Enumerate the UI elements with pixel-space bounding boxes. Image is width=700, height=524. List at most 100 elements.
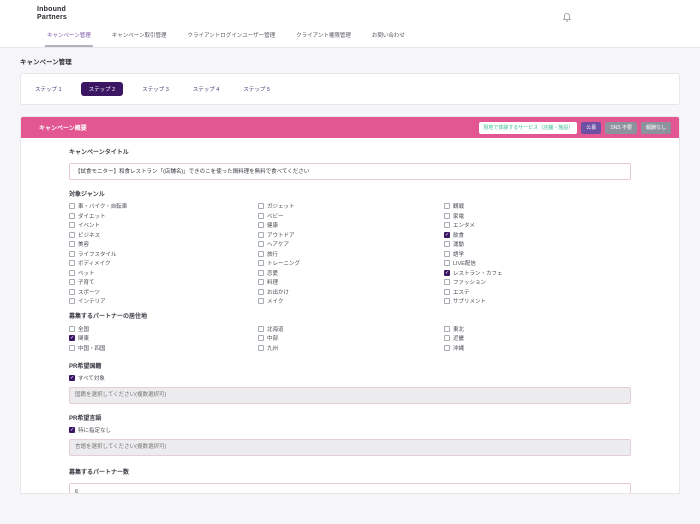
checkbox-item[interactable]: 健康	[258, 221, 444, 231]
checkbox-item[interactable]: 子育て	[69, 278, 258, 288]
checkbox-unchecked[interactable]	[258, 203, 264, 209]
logo[interactable]: Inbound Partners	[37, 6, 67, 21]
checkbox-unchecked[interactable]	[444, 222, 450, 228]
checkbox-checked[interactable]: ✓	[69, 375, 75, 381]
checkbox-item[interactable]: 観戦	[444, 202, 631, 212]
checkbox-item[interactable]: ガジェット	[258, 202, 444, 212]
checkbox-item[interactable]: イベント	[69, 221, 258, 231]
checkbox-unchecked[interactable]	[258, 326, 264, 332]
checkbox-unchecked[interactable]	[69, 326, 75, 332]
checkbox-item[interactable]: ボディメイク	[69, 259, 258, 269]
checkbox-item[interactable]: 語学	[444, 249, 631, 259]
checkbox-item[interactable]: 中部	[258, 334, 444, 344]
service-type-select[interactable]: 現地で体験するサービス（店舗・施設）	[479, 122, 577, 134]
checkbox-unchecked[interactable]	[69, 260, 75, 266]
checkbox-item[interactable]: 沖縄	[444, 343, 631, 353]
checkbox-checked[interactable]: ✓	[69, 335, 75, 341]
step-5-button[interactable]: ステップ 5	[238, 82, 275, 96]
checkbox-unchecked[interactable]	[258, 270, 264, 276]
nav-tab-campaign-management[interactable]: キャンペーン管理	[45, 31, 93, 47]
checkbox-unchecked[interactable]	[444, 251, 450, 257]
checkbox-unchecked[interactable]	[258, 298, 264, 304]
checkbox-checked[interactable]: ✓	[444, 232, 450, 238]
checkbox-unchecked[interactable]	[444, 241, 450, 247]
language-select-input[interactable]	[69, 439, 631, 456]
checkbox-unchecked[interactable]	[69, 289, 75, 295]
checkbox-item[interactable]: アウトドア	[258, 230, 444, 240]
checkbox-unchecked[interactable]	[258, 241, 264, 247]
checkbox-unchecked[interactable]	[444, 326, 450, 332]
checkbox-unchecked[interactable]	[444, 335, 450, 341]
checkbox-unchecked[interactable]	[258, 260, 264, 266]
checkbox-unchecked[interactable]	[69, 251, 75, 257]
checkbox-item[interactable]: ダイエット	[69, 211, 258, 221]
checkbox-unchecked[interactable]	[69, 279, 75, 285]
checkbox-item[interactable]: ヘアケア	[258, 240, 444, 250]
checkbox-item[interactable]: スポーツ	[69, 287, 258, 297]
checkbox-unchecked[interactable]	[258, 251, 264, 257]
checkbox-unchecked[interactable]	[69, 241, 75, 247]
checkbox-item[interactable]: メイク	[258, 297, 444, 307]
checkbox-unchecked[interactable]	[444, 298, 450, 304]
checkbox-item[interactable]: 九州	[258, 343, 444, 353]
checkbox-item[interactable]: 家電	[444, 211, 631, 221]
checkbox-item[interactable]: 全国	[69, 324, 258, 334]
checkbox-item[interactable]: エステ	[444, 287, 631, 297]
nationality-select-input[interactable]	[69, 387, 631, 404]
nav-tab-contact[interactable]: お問い合わせ	[370, 31, 407, 47]
nav-tab-campaign-transactions[interactable]: キャンペーン取引管理	[110, 31, 169, 47]
checkbox-item[interactable]: 車・バイク・自転車	[69, 202, 258, 212]
checkbox-unchecked[interactable]	[258, 232, 264, 238]
campaign-title-input[interactable]	[69, 163, 631, 180]
nav-tab-client-permissions[interactable]: クライアント権限管理	[294, 31, 353, 47]
checkbox-item[interactable]: 運動	[444, 240, 631, 250]
checkbox-unchecked[interactable]	[69, 270, 75, 276]
checkbox-unchecked[interactable]	[258, 289, 264, 295]
checkbox-item[interactable]: ビジネス	[69, 230, 258, 240]
checkbox-item[interactable]: 東北	[444, 324, 631, 334]
checkbox-item[interactable]: ✓すべて対象	[69, 374, 631, 384]
checkbox-item[interactable]: 美容	[69, 240, 258, 250]
checkbox-checked[interactable]: ✓	[444, 270, 450, 276]
checkbox-item[interactable]: 北海道	[258, 324, 444, 334]
checkbox-unchecked[interactable]	[69, 213, 75, 219]
checkbox-item[interactable]: 恋愛	[258, 268, 444, 278]
checkbox-item[interactable]: ✓特に指定なし	[69, 426, 631, 436]
checkbox-item[interactable]: お出かけ	[258, 287, 444, 297]
checkbox-item[interactable]: 中国・四国	[69, 343, 258, 353]
checkbox-unchecked[interactable]	[258, 222, 264, 228]
step-2-button[interactable]: ステップ 2	[81, 82, 124, 96]
checkbox-unchecked[interactable]	[69, 203, 75, 209]
checkbox-item[interactable]: トレーニング	[258, 259, 444, 269]
partner-count-input[interactable]	[69, 483, 631, 494]
checkbox-item[interactable]: LIVE配信	[444, 259, 631, 269]
checkbox-unchecked[interactable]	[444, 345, 450, 351]
checkbox-unchecked[interactable]	[258, 335, 264, 341]
checkbox-item[interactable]: ✓飲食	[444, 230, 631, 240]
checkbox-unchecked[interactable]	[444, 279, 450, 285]
step-3-button[interactable]: ステップ 3	[137, 82, 174, 96]
step-4-button[interactable]: ステップ 4	[188, 82, 225, 96]
checkbox-unchecked[interactable]	[444, 289, 450, 295]
checkbox-unchecked[interactable]	[69, 222, 75, 228]
checkbox-unchecked[interactable]	[258, 345, 264, 351]
checkbox-item[interactable]: ✓レストラン・カフェ	[444, 268, 631, 278]
bell-icon[interactable]	[563, 9, 571, 27]
step-1-button[interactable]: ステップ 1	[30, 82, 67, 96]
checkbox-item[interactable]: インテリア	[69, 297, 258, 307]
checkbox-item[interactable]: ライフスタイル	[69, 249, 258, 259]
checkbox-unchecked[interactable]	[69, 345, 75, 351]
checkbox-unchecked[interactable]	[258, 213, 264, 219]
checkbox-item[interactable]: エンタメ	[444, 221, 631, 231]
nav-tab-client-login-users[interactable]: クライアントログインユーザー管理	[185, 31, 277, 47]
checkbox-item[interactable]: ベビー	[258, 211, 444, 221]
checkbox-unchecked[interactable]	[444, 213, 450, 219]
checkbox-item[interactable]: サプリメント	[444, 297, 631, 307]
checkbox-item[interactable]: ファッション	[444, 278, 631, 288]
checkbox-item[interactable]: 料理	[258, 278, 444, 288]
checkbox-item[interactable]: ペット	[69, 268, 258, 278]
checkbox-unchecked[interactable]	[444, 260, 450, 266]
checkbox-unchecked[interactable]	[258, 279, 264, 285]
checkbox-unchecked[interactable]	[69, 298, 75, 304]
checkbox-unchecked[interactable]	[69, 232, 75, 238]
